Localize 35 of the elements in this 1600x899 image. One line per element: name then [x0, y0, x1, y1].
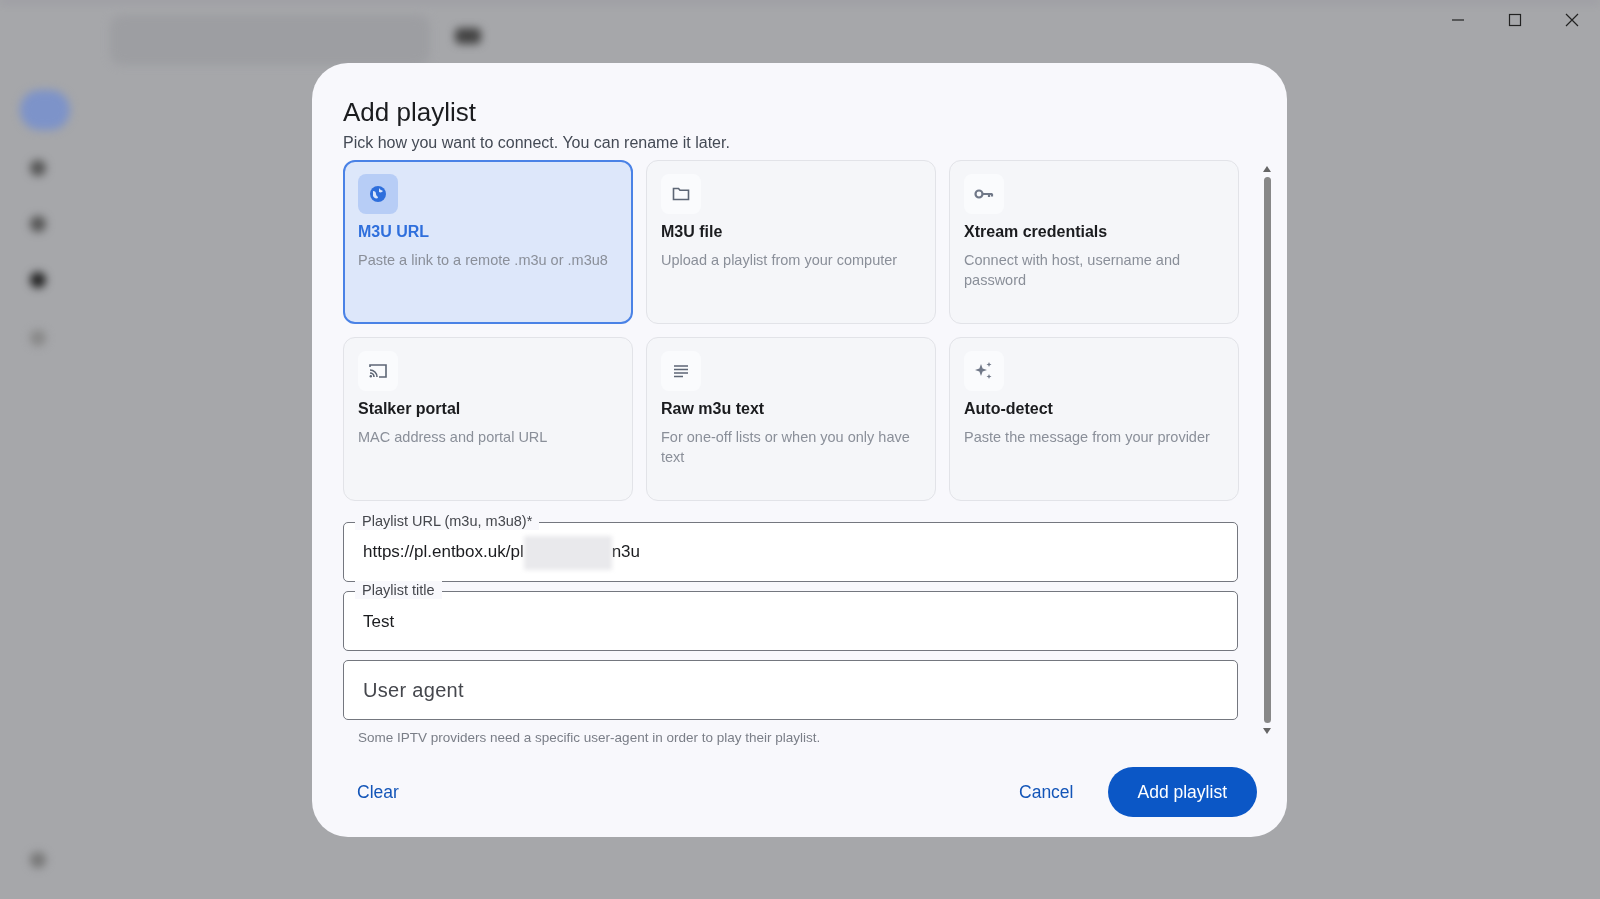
clear-button[interactable]: Clear	[343, 771, 413, 813]
field-label: Playlist URL (m3u, m3u8)*	[355, 512, 540, 530]
option-description: Paste the message from your provider	[964, 428, 1211, 447]
option-title: Auto-detect	[964, 400, 1054, 418]
dialog-title: Add playlist	[343, 97, 477, 128]
option-card[interactable]: M3U file Upload a playlist from your computer	[646, 160, 936, 324]
option-title: Xtream credentials	[964, 223, 1109, 241]
option-title: M3U file	[661, 223, 724, 241]
option-title: Stalker portal	[358, 400, 462, 418]
option-title: Raw m3u text	[661, 400, 766, 418]
dialog-subtitle: Pick how you want to connect. You can rename it later.	[343, 134, 731, 152]
option-description: For one-off lists or when you only have text	[661, 428, 911, 467]
scrollbar[interactable]	[1262, 165, 1272, 735]
cancel-button[interactable]: Cancel	[1005, 771, 1088, 813]
option-card[interactable]: Raw m3u text For one-off lists or when you only have text	[646, 337, 936, 501]
option-description: MAC address and portal URL	[358, 428, 549, 447]
option-title: M3U URL	[358, 223, 431, 241]
option-card[interactable]: Xtream credentials Connect with host, username and password	[949, 160, 1239, 324]
scroll-down-icon	[1262, 727, 1272, 735]
text-lines-icon	[672, 363, 690, 379]
option-card[interactable]: M3U URL Paste a link to a remote .m3u or .m3u8	[343, 160, 633, 324]
option-description: Upload a playlist from your computer	[661, 251, 899, 270]
close-icon	[1564, 13, 1579, 27]
helper-text: Some IPTV providers need a specific user-agent in order to play their playlist.	[358, 730, 822, 745]
add-playlist-button[interactable]: Add playlist	[1107, 767, 1257, 817]
cast-icon	[367, 361, 389, 381]
maximize-icon	[1507, 13, 1522, 27]
input-field[interactable]: User agent	[343, 660, 1238, 720]
field-label: Playlist title	[355, 581, 442, 599]
option-description: Connect with host, username and password	[964, 251, 1181, 290]
globe-icon	[368, 184, 388, 204]
option-card[interactable]: Auto-detect Paste the message from your provider	[949, 337, 1239, 501]
option-description: Paste a link to a remote .m3u or .m3u8	[358, 251, 609, 270]
scroll-up-icon	[1262, 165, 1272, 173]
option-card[interactable]: Stalker portal MAC address and portal URL	[343, 337, 633, 501]
